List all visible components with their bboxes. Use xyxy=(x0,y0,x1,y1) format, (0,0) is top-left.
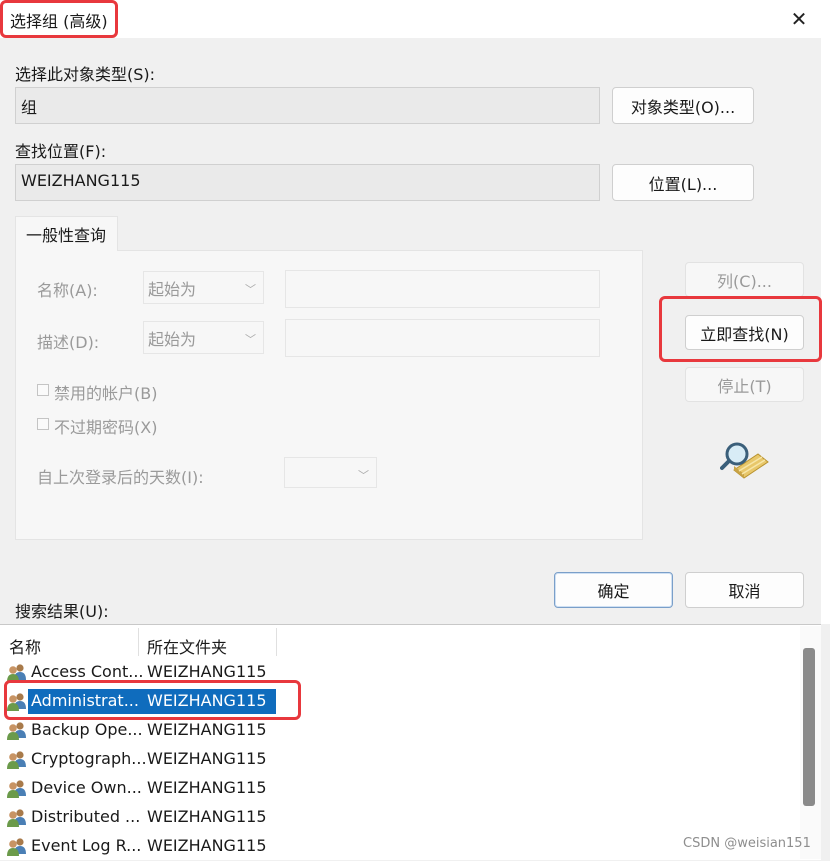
table-row[interactable]: Cryptograph... WEIZHANG115 xyxy=(0,745,800,774)
name-label: 名称(A): xyxy=(37,281,98,300)
row-name: Cryptograph... xyxy=(31,749,147,768)
row-folder: WEIZHANG115 xyxy=(147,836,267,855)
columns-button[interactable]: 列(C)... xyxy=(685,262,804,297)
users-group-icon xyxy=(6,779,28,799)
search-results-label: 搜索结果(U): xyxy=(15,602,109,621)
stop-button[interactable]: 停止(T) xyxy=(685,367,804,402)
column-header-name[interactable]: 名称 xyxy=(9,634,41,658)
title-highlight-box xyxy=(0,0,118,38)
window-edge xyxy=(821,38,830,624)
row-name: Distributed ... xyxy=(31,807,141,826)
watermark: CSDN @weisian151 xyxy=(683,836,811,851)
row-folder: WEIZHANG115 xyxy=(147,749,267,768)
table-row[interactable]: Backup Ope... WEIZHANG115 xyxy=(0,716,800,745)
disabled-accounts-checkbox[interactable] xyxy=(37,384,49,396)
row-folder: WEIZHANG115 xyxy=(147,807,267,826)
row-name: Device Own... xyxy=(31,778,142,797)
description-label: 描述(D): xyxy=(37,333,100,352)
description-mode-select[interactable]: 起始为 ﹀ xyxy=(143,321,264,354)
row-folder: WEIZHANG115 xyxy=(147,662,267,681)
tab-general-query[interactable]: 一般性查询 xyxy=(15,216,118,251)
row-folder: WEIZHANG115 xyxy=(147,778,267,797)
name-mode-value: 起始为 xyxy=(148,279,197,299)
description-mode-value: 起始为 xyxy=(148,329,197,349)
cancel-button[interactable]: 取消 xyxy=(685,572,804,608)
location-field: WEIZHANG115 xyxy=(15,164,600,201)
table-row[interactable]: Device Own... WEIZHANG115 xyxy=(0,774,800,803)
non-expiring-password-label: 不过期密码(X) xyxy=(54,418,158,437)
locations-button[interactable]: 位置(L)... xyxy=(612,164,754,201)
users-group-icon xyxy=(6,721,28,741)
table-row[interactable]: Event Log R... WEIZHANG115 xyxy=(0,832,800,861)
column-divider[interactable] xyxy=(138,628,139,656)
close-icon: ✕ xyxy=(790,7,808,31)
users-group-icon xyxy=(6,808,28,828)
title-bar xyxy=(0,0,830,38)
object-type-label: 选择此对象类型(S): xyxy=(15,65,156,84)
name-input[interactable] xyxy=(285,270,600,308)
days-since-logon-select[interactable]: ﹀ xyxy=(284,457,377,488)
chevron-down-icon: ﹀ xyxy=(358,469,369,482)
column-divider[interactable] xyxy=(276,628,277,656)
users-group-icon xyxy=(6,750,28,770)
non-expiring-password-checkbox[interactable] xyxy=(37,418,49,430)
description-input[interactable] xyxy=(285,319,600,357)
name-mode-select[interactable]: 起始为 ﹀ xyxy=(143,271,264,304)
chevron-down-icon: ﹀ xyxy=(245,283,256,296)
column-header-folder[interactable]: 所在文件夹 xyxy=(147,634,227,658)
row-name: Event Log R... xyxy=(31,836,142,855)
close-button[interactable]: ✕ xyxy=(782,4,816,34)
location-label: 查找位置(F): xyxy=(15,142,107,161)
selected-row-highlight-box xyxy=(4,680,301,720)
results-scroll-thumb[interactable] xyxy=(803,648,815,806)
days-since-logon-label: 自上次登录后的天数(I): xyxy=(37,468,204,487)
disabled-accounts-label: 禁用的帐户(B) xyxy=(54,384,158,403)
object-type-field: 组 xyxy=(15,87,600,124)
row-name: Backup Ope... xyxy=(31,720,143,739)
row-folder: WEIZHANG115 xyxy=(147,720,267,739)
find-now-highlight-box xyxy=(659,296,822,362)
row-name: Access Cont... xyxy=(31,662,144,681)
chevron-down-icon: ﹀ xyxy=(245,333,256,346)
table-row[interactable]: Distributed ... WEIZHANG115 xyxy=(0,803,800,832)
users-group-icon xyxy=(6,837,28,857)
object-types-button[interactable]: 对象类型(O)... xyxy=(612,87,754,124)
ok-button[interactable]: 确定 xyxy=(554,572,673,608)
magnifier-over-folder-icon xyxy=(720,440,770,480)
